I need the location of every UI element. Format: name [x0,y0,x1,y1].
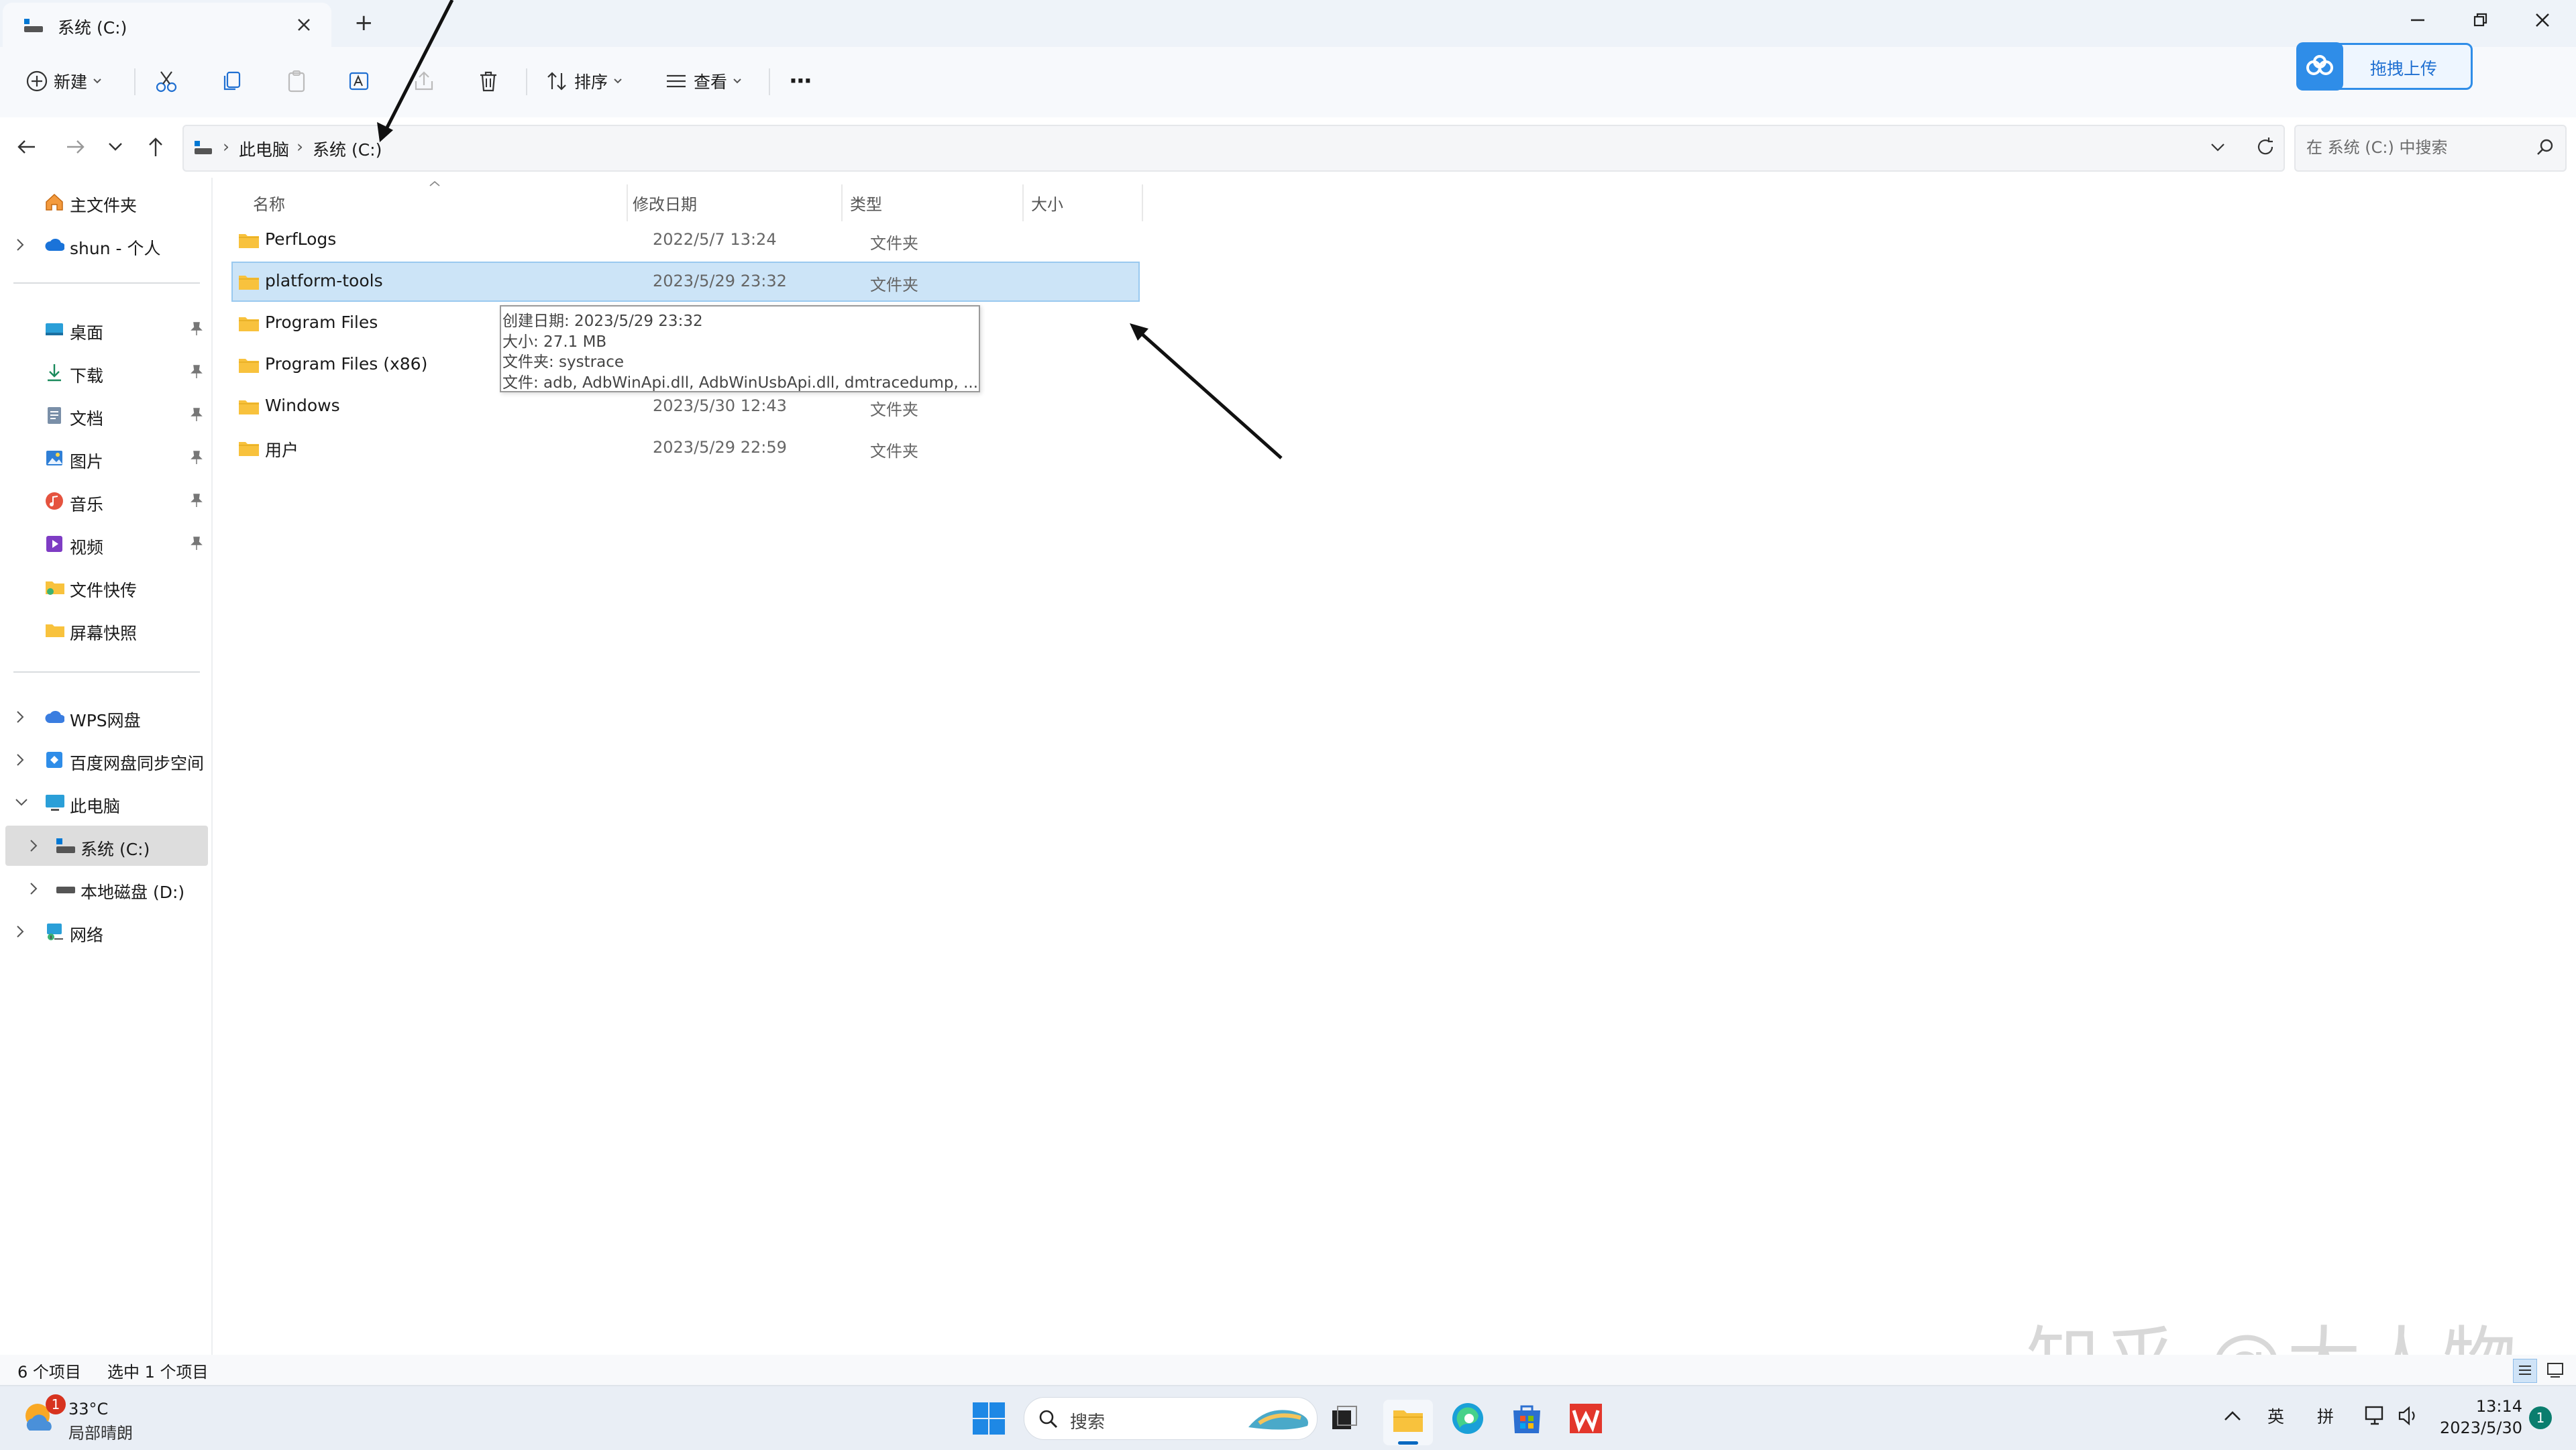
selected-count: 选中 1 个项目 [107,1363,209,1382]
chevron-up-icon [2224,1411,2241,1420]
weather-widget[interactable]: 1 33°C 局部晴朗 [20,1394,133,1443]
taskbar: 1 33°C 局部晴朗 搜索 英 拼 13:14 2023/5/30 1 [0,1385,2576,1450]
task-view-button[interactable] [1330,1404,1359,1433]
active-app-indicator [1398,1441,1418,1445]
status-bar: 6 个项目 选中 1 个项目 [0,1355,2576,1385]
store-taskbar-button[interactable] [1509,1401,1544,1436]
clock-time: 13:14 [2475,1397,2522,1416]
weather-desc: 局部晴朗 [68,1424,133,1443]
preview-view-button[interactable] [2544,1359,2567,1382]
edge-taskbar-button[interactable] [1450,1401,1485,1436]
annotation-arrow-right [1139,331,1283,459]
edge-browser-icon [1452,1403,1483,1434]
item-count: 6 个项目 [17,1363,81,1382]
windows-logo-icon [973,1402,1005,1435]
annotation-arrowhead-top [377,122,393,142]
weather-badge: 1 [46,1394,66,1414]
weather-temp: 33°C [68,1400,109,1418]
annotation-arrows [377,0,1283,459]
wps-office-icon [1570,1404,1602,1433]
search-highlight-icon [1248,1410,1309,1430]
taskbar-search-box[interactable]: 搜索 [1024,1397,1318,1440]
store-icon [1513,1405,1540,1433]
notification-badge[interactable]: 1 [2529,1406,2552,1429]
ime-language-indicator[interactable]: 英 [2267,1404,2284,1428]
ime-mode-indicator[interactable]: 拼 [2317,1404,2334,1428]
annotation-arrow-top [383,0,454,133]
show-hidden-icons-button[interactable] [2223,1409,2242,1423]
details-view-button[interactable] [2513,1359,2537,1383]
wps-taskbar-button[interactable] [1567,1401,1605,1436]
start-button[interactable] [971,1401,1006,1436]
file-explorer-taskbar-button[interactable] [1383,1400,1433,1445]
clock[interactable]: 13:14 2023/5/30 [2431,1396,2522,1443]
task-view-icon [1332,1406,1357,1429]
taskbar-search-label: 搜索 [1070,1412,1106,1433]
clock-date: 2023/5/30 [2439,1418,2522,1437]
search-icon [1039,1410,1058,1429]
folder-icon [1393,1410,1423,1432]
volume-icon[interactable] [2398,1405,2420,1427]
network-status-icon[interactable] [2364,1405,2388,1427]
